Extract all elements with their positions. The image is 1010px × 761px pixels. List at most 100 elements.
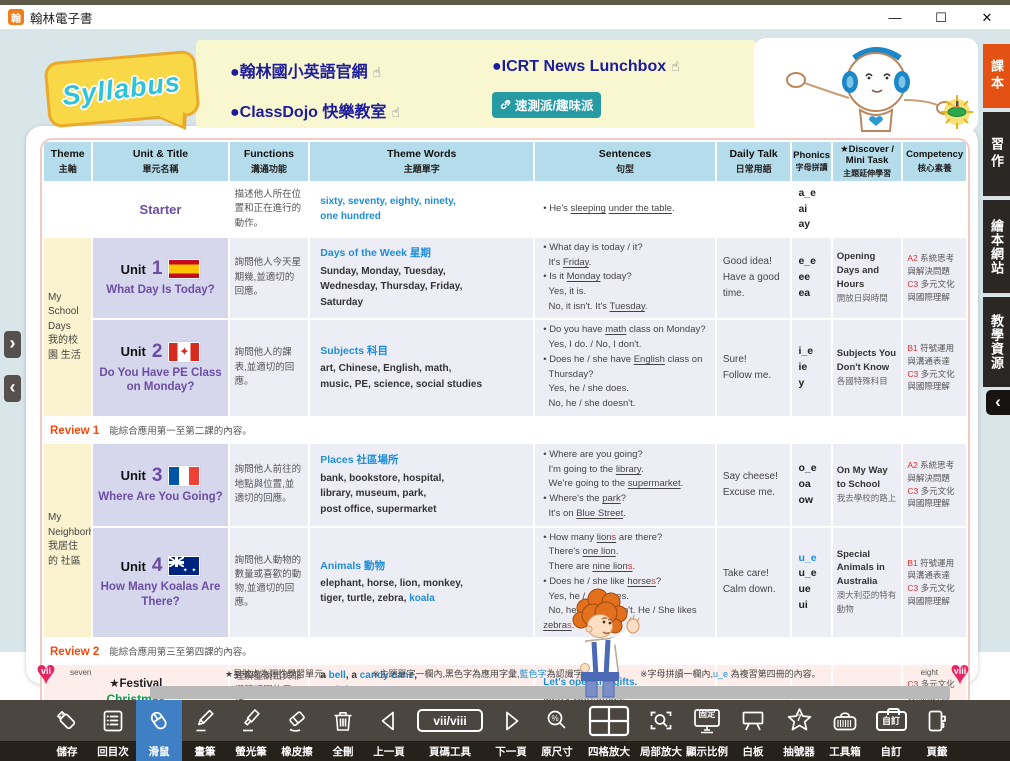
row-review2: Review 2能綜合應用第三至第四課的內容。 xyxy=(44,639,966,663)
partial-zoom-icon xyxy=(648,708,674,734)
footnote-phonics: ※字母拼讀一欄內,u_e 為複習第四冊的內容。 xyxy=(640,667,821,680)
link-icon xyxy=(500,99,511,110)
unit1-discover: Opening Days and Hours開放日與時間 xyxy=(833,238,902,318)
row-unit2: Unit2 Do You Have PE Class on Monday? 詢問… xyxy=(44,320,966,416)
toolbar-prev-page[interactable]: 上一頁 xyxy=(366,700,412,761)
toolbar-display-ratio[interactable]: 固定 顯示比例 xyxy=(684,700,730,761)
close-button[interactable]: ✕ xyxy=(964,5,1010,30)
toolbar-next-page[interactable]: 下一頁 xyxy=(488,700,534,761)
nav-back-arrow-icon[interactable] xyxy=(4,375,21,402)
tab-resources-label: 教學資源 xyxy=(987,314,1006,370)
page-word-eight: eight xyxy=(921,668,938,677)
unit3-words: Places 社區場所bank, bookstore, hospital,lib… xyxy=(310,444,533,526)
toolbar-custom[interactable]: 自訂 自訂 xyxy=(868,700,914,761)
mascot-card xyxy=(754,38,978,132)
toolbox-icon xyxy=(831,708,859,734)
unit3-functions: 詢問他人前往的地點與位置,並適切的回應。 xyxy=(230,444,309,526)
toolbar-toc[interactable]: 回目次 xyxy=(90,700,136,761)
whiteboard-icon xyxy=(740,708,766,734)
header-theme-words: Theme Words主題單字 xyxy=(310,142,533,181)
maximize-button[interactable]: ☐ xyxy=(918,5,964,30)
row-starter: Starter 描述他人所在位置和正在進行的動作。 sixty, seventy… xyxy=(44,183,966,236)
boy-mascot-illustration xyxy=(548,584,660,705)
toolbar-delete-all[interactable]: 全刪 xyxy=(320,700,366,761)
bottom-toolbar: 儲存 回目次 滑鼠 畫筆 螢光筆 橡皮擦 全刪 上一頁 xyxy=(0,700,1010,761)
toolbar-number-picker[interactable]: 7 抽號器 xyxy=(776,700,822,761)
unit2-functions: 詢問他人的課表,並適切的回應。 xyxy=(230,320,309,416)
toolbar-four-grid-zoom[interactable]: 四格放大 xyxy=(580,700,638,761)
toolbar-mouse[interactable]: 滑鼠 xyxy=(136,700,182,761)
prev-page-icon xyxy=(376,708,402,734)
window-controls: — ☐ ✕ xyxy=(872,5,1010,30)
toolbar-partial-zoom[interactable]: 局部放大 xyxy=(638,700,684,761)
picker-number-label: 7 xyxy=(796,713,801,724)
next-page-icon xyxy=(498,708,524,734)
unit1-title-cell: Unit1 What Day Is Today? xyxy=(93,238,227,318)
row-unit1: My School Days我的校園 生活 Unit1 What Day Is … xyxy=(44,238,966,318)
theme-my-neighborhood: My Neighborhood我居住的 社區 xyxy=(44,444,91,637)
window-title: 翰林電子書 xyxy=(30,8,93,27)
toolbar-page-tab[interactable]: 頁籤 xyxy=(914,700,960,761)
unit2-phonics: i_eiey xyxy=(792,320,830,416)
unit1-competency: A2 系統思考與解決問題C3 多元文化與國際理解 xyxy=(903,238,966,318)
quiz-party-button[interactable]: 速測派/趣味派 xyxy=(492,92,601,118)
toc-icon xyxy=(100,708,126,734)
australia-flag-icon xyxy=(168,556,200,576)
unit4-words: Animals 動物elephant, horse, lion, monkey,… xyxy=(310,528,533,637)
header-unit-title: Unit & Title單元名稱 xyxy=(93,142,227,181)
toolbar-save[interactable]: 儲存 xyxy=(44,700,90,761)
unit1-functions: 詢問他人今天星期幾,並適切的回應。 xyxy=(230,238,309,318)
toolbar-page-number-tool[interactable]: vii/viii 頁碼工具 xyxy=(412,700,488,761)
page-number-heart-left: vii xyxy=(28,658,64,690)
unit3-discover: On My Way to School我去學校的路上 xyxy=(833,444,902,526)
collapse-sidebar-arrow-icon[interactable] xyxy=(986,390,1010,415)
tab-workbook[interactable]: 習作 xyxy=(983,112,1010,198)
toolbar-original-size[interactable]: % 原尺寸 xyxy=(534,700,580,761)
page-word-seven: seven xyxy=(70,668,91,677)
highlighter-icon xyxy=(238,708,264,734)
toolbar-whiteboard[interactable]: 白板 xyxy=(730,700,776,761)
starter-daily xyxy=(717,183,791,236)
app-logo-icon: 翰 xyxy=(8,9,24,25)
unit3-phonics: o_eoaow xyxy=(792,444,830,526)
tab-textbook-label: 課本 xyxy=(987,59,1006,93)
unit1-daily: Good idea!Have a good time. xyxy=(717,238,791,318)
unit3-title-cell: Unit3 Where Are You Going? xyxy=(93,444,227,526)
starter-discover xyxy=(833,183,902,236)
starter-competency xyxy=(903,183,966,236)
quiz-party-label: 速測派/趣味派 xyxy=(515,95,593,114)
toolbar-toolbox[interactable]: 工具箱 xyxy=(822,700,868,761)
tab-textbook[interactable]: 課本 xyxy=(983,44,1010,108)
starter-title-cell: Starter xyxy=(93,183,227,236)
syllabus-logo-text: Syllabus xyxy=(61,66,183,111)
link-icrt-lunchbox[interactable]: ●ICRT News Lunchbox xyxy=(492,58,680,76)
save-usb-icon xyxy=(54,708,80,734)
unit1-sentences: • What day is today / it? It's Friday.• … xyxy=(535,238,715,318)
toolbar-pen[interactable]: 畫筆 xyxy=(182,700,228,761)
tab-resources[interactable]: 教學資源 xyxy=(983,297,1010,387)
tab-workbook-label: 習作 xyxy=(987,137,1006,171)
link-classdojo[interactable]: ●ClassDojo 快樂教室 xyxy=(230,98,400,122)
unit4-discover: Special Animals in Australia澳大利亞的特有動物 xyxy=(833,528,902,637)
unit2-daily: Sure!Follow me. xyxy=(717,320,791,416)
minimize-button[interactable]: — xyxy=(872,5,918,30)
tab-picturebook[interactable]: 繪本網站 xyxy=(983,200,1010,295)
header-theme: Theme主軸 xyxy=(44,142,91,181)
unit3-sentences: • Where are you going? I'm going to the … xyxy=(535,444,715,526)
toolbar-eraser[interactable]: 橡皮擦 xyxy=(274,700,320,761)
zoom-percent-icon: % xyxy=(544,708,570,734)
toolbar-highlighter[interactable]: 螢光筆 xyxy=(228,700,274,761)
nav-forward-arrow-icon[interactable] xyxy=(4,331,21,358)
custom-icon: 自訂 xyxy=(876,711,907,731)
review2-cell: Review 2能綜合應用第三至第四課的內容。 xyxy=(44,639,966,663)
row-unit4: Unit4 How Many Koalas Are There? 詢問他人動物的… xyxy=(44,528,966,637)
title-bar: 翰 翰林電子書 — ☐ ✕ xyxy=(0,5,1010,30)
fixed-label: 固定 xyxy=(698,708,715,720)
unit2-title-cell: Unit2 Do You Have PE Class on Monday? xyxy=(93,320,227,416)
unit4-functions: 詢問他人動物的數量或喜歡的動物,並適切的回應。 xyxy=(230,528,309,637)
unit3-competency: A2 系統思考與解決問題C3 多元文化與國際理解 xyxy=(903,444,966,526)
link-official-site[interactable]: ●翰林國小英語官網 xyxy=(230,58,381,82)
links-banner: ●翰林國小英語官網 ●ICRT News Lunchbox ●ClassDojo… xyxy=(196,40,756,128)
header-competency: Competency核心素養 xyxy=(903,142,966,181)
mouse-icon xyxy=(146,708,172,734)
